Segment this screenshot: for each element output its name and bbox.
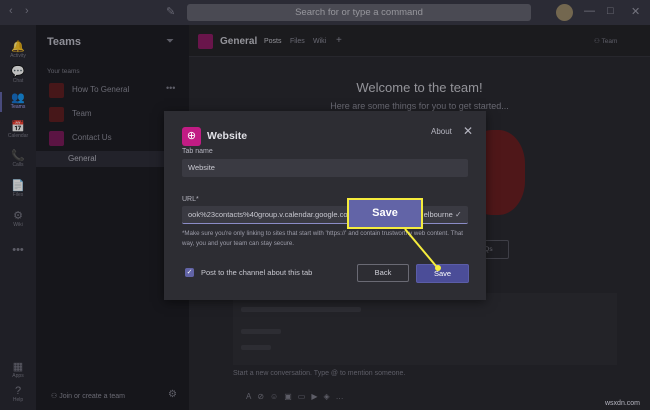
- callout-arrow: [404, 228, 441, 271]
- save-callout: Save: [347, 198, 423, 229]
- watermark: wsxdn.com: [605, 400, 641, 407]
